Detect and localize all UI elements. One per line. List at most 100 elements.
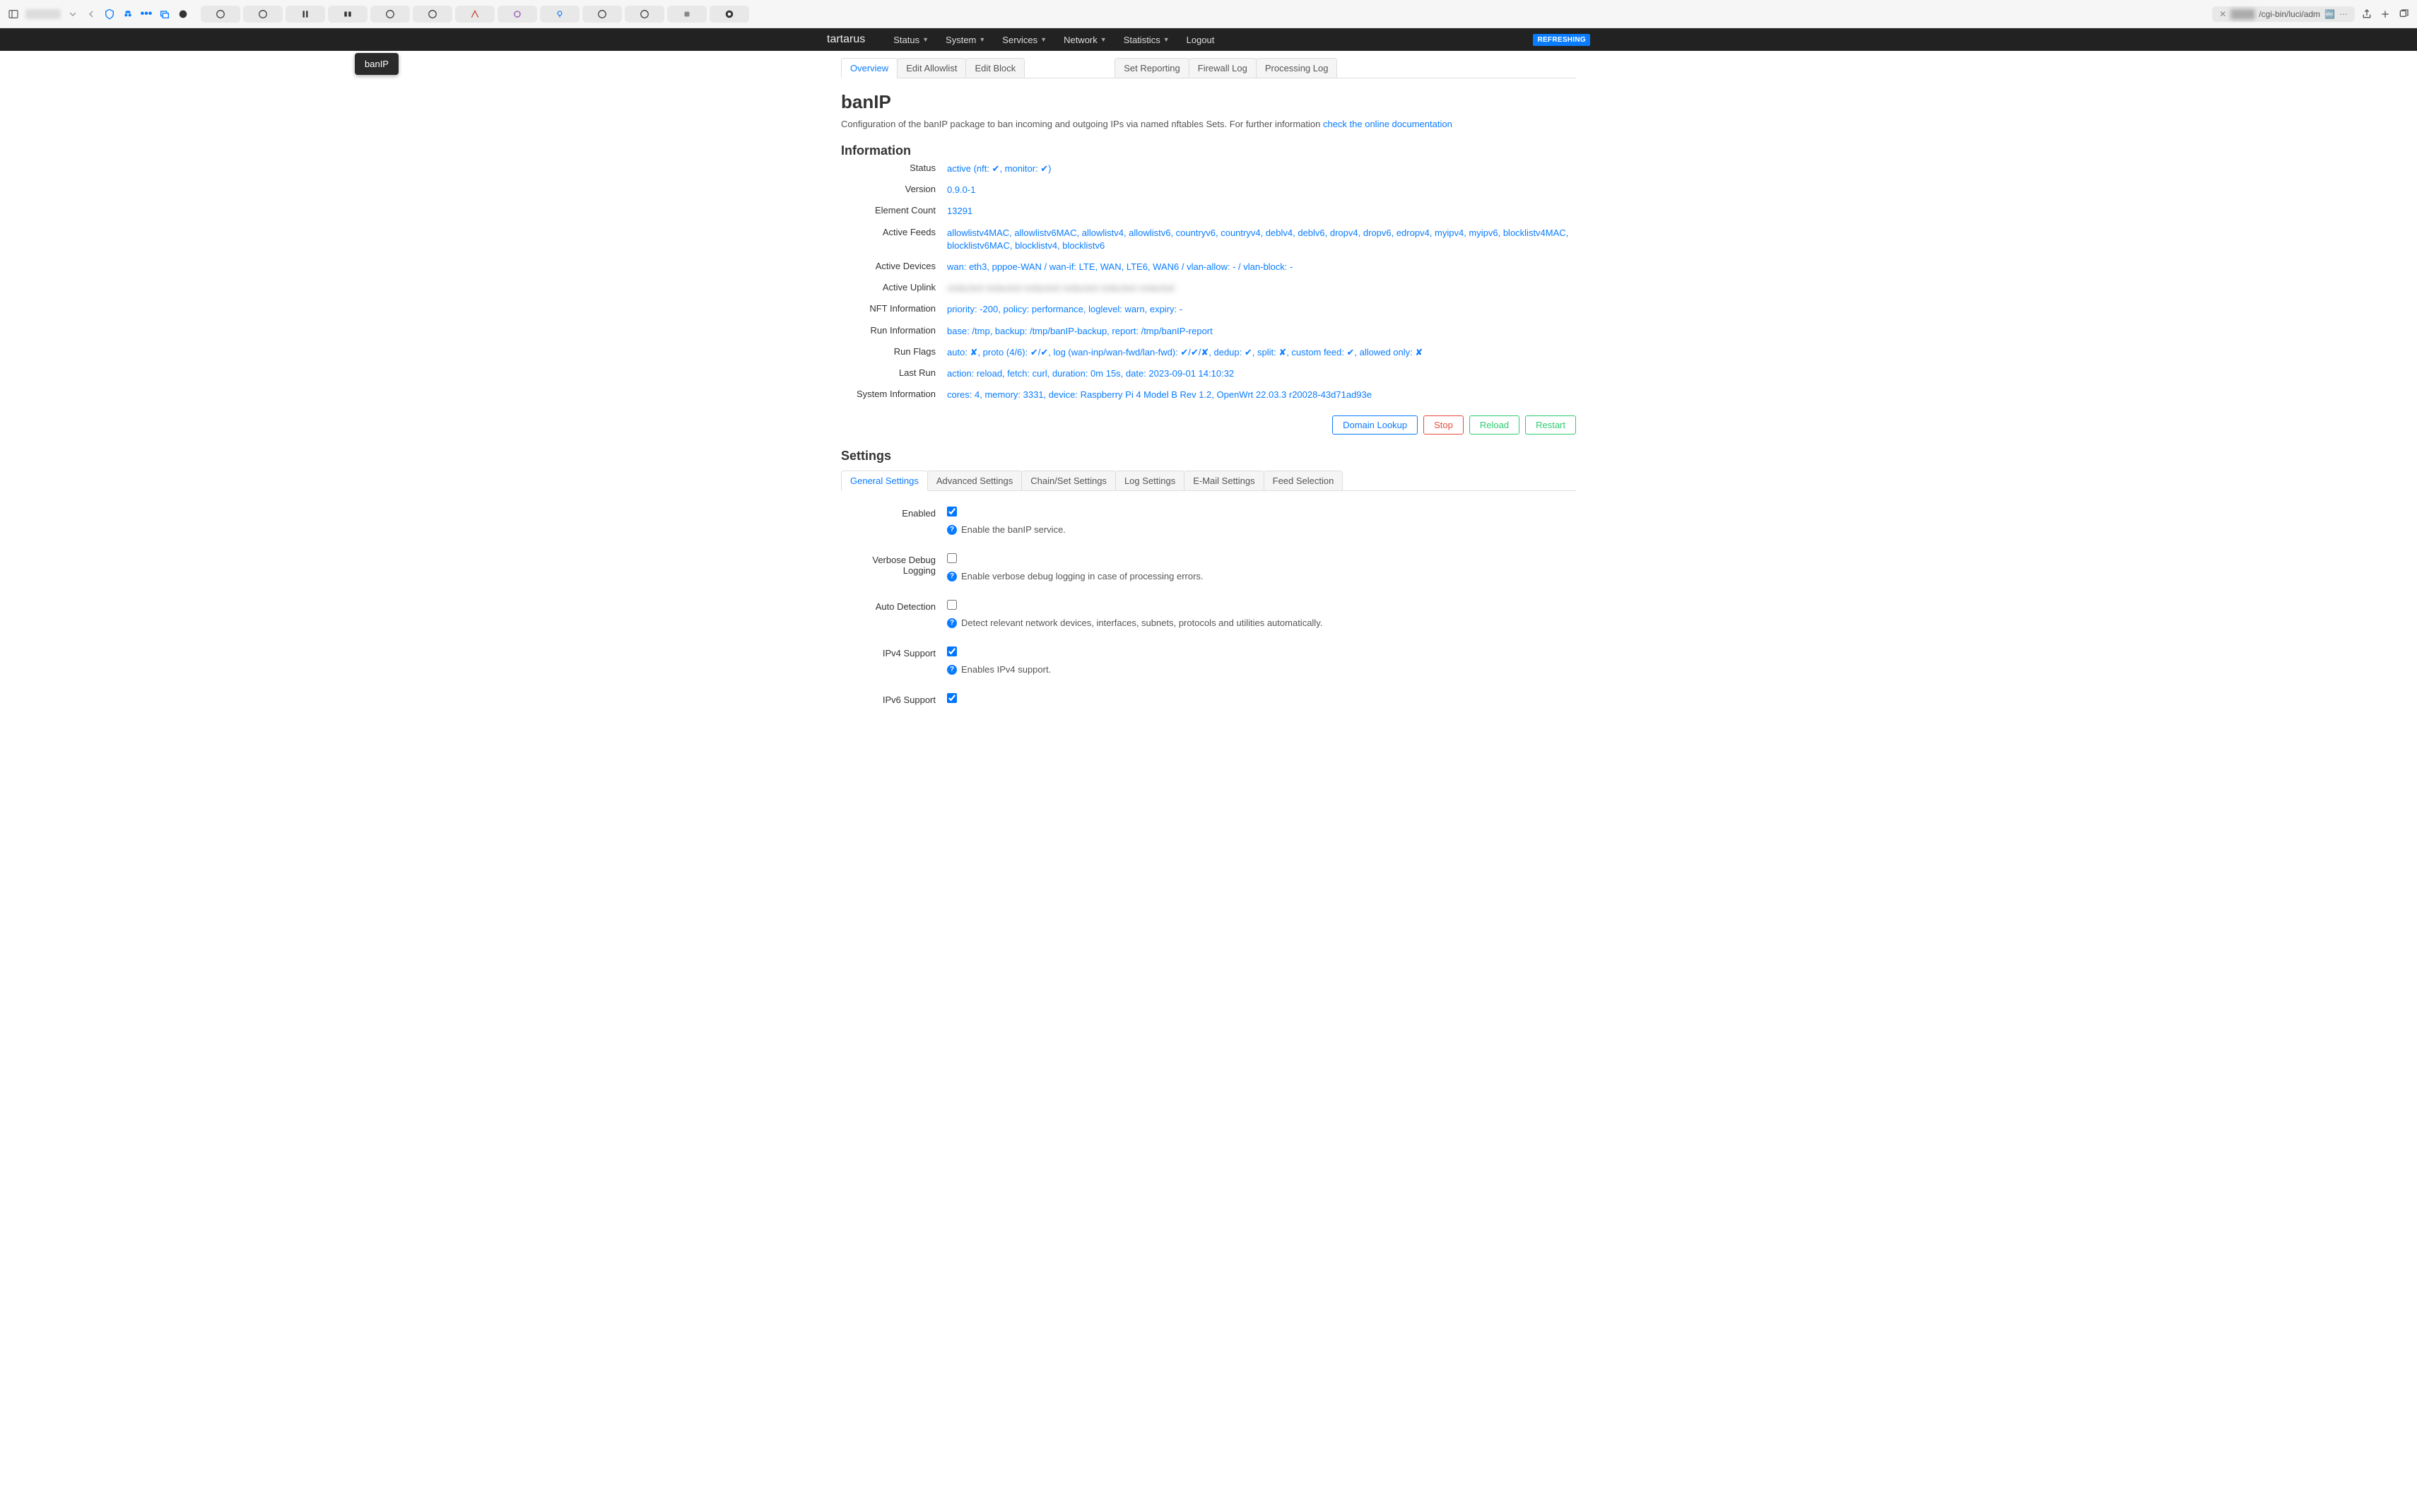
help-line: ? Enable verbose debug logging in case of… bbox=[947, 571, 1576, 581]
info-label: Run Information bbox=[841, 325, 947, 338]
info-value: active (nft: ✔, monitor: ✔) bbox=[947, 163, 1576, 175]
info-label: Status bbox=[841, 163, 947, 175]
form-label: IPv6 Support bbox=[841, 693, 947, 705]
info-row: Version0.9.0-1 bbox=[841, 179, 1576, 201]
form-field bbox=[947, 693, 1576, 705]
settings-tab-feed[interactable]: Feed Selection bbox=[1264, 471, 1343, 490]
help-text: Detect relevant network devices, interfa… bbox=[961, 618, 1322, 628]
nav-services[interactable]: Services▼ bbox=[995, 30, 1054, 49]
brand[interactable]: tartarus bbox=[827, 33, 865, 46]
nav-status[interactable]: Status▼ bbox=[886, 30, 936, 49]
information-heading: Information bbox=[841, 143, 1576, 158]
browser-tab[interactable] bbox=[498, 6, 537, 23]
info-label: NFT Information bbox=[841, 303, 947, 316]
services-dropdown-tip[interactable]: banIP bbox=[355, 53, 399, 75]
address-bar[interactable]: ✕ ████ /cgi-bin/luci/adm 🔤 ⋯ bbox=[2212, 6, 2355, 22]
back-icon[interactable] bbox=[85, 8, 98, 20]
refreshing-badge[interactable]: REFRESHING bbox=[1533, 34, 1590, 46]
nav-items: Status▼ System▼ Services▼ Network▼ Stati… bbox=[886, 30, 1533, 49]
doc-link[interactable]: check the online documentation bbox=[1323, 119, 1452, 129]
chevron-down-icon[interactable] bbox=[66, 8, 79, 20]
browser-tab[interactable] bbox=[667, 6, 707, 23]
tab-edit-block[interactable]: Edit Block bbox=[965, 58, 1025, 78]
nav-network[interactable]: Network▼ bbox=[1057, 30, 1114, 49]
checkbox-input[interactable] bbox=[947, 646, 957, 656]
nav-logout[interactable]: Logout bbox=[1180, 30, 1222, 49]
more-icon[interactable]: ⋯ bbox=[2339, 9, 2348, 19]
browser-tab[interactable] bbox=[328, 6, 367, 23]
settings-tabs: General Settings Advanced Settings Chain… bbox=[841, 471, 1576, 491]
browser-tab[interactable] bbox=[243, 6, 283, 23]
settings-tab-advanced[interactable]: Advanced Settings bbox=[927, 471, 1022, 490]
tab-set-reporting[interactable]: Set Reporting bbox=[1115, 58, 1189, 78]
page-description: Configuration of the banIP package to ba… bbox=[841, 119, 1576, 129]
nav-system[interactable]: System▼ bbox=[939, 30, 992, 49]
browser-tab[interactable] bbox=[286, 6, 325, 23]
info-value: priority: -200, policy: performance, log… bbox=[947, 303, 1576, 316]
browser-tab[interactable] bbox=[201, 6, 240, 23]
info-label: System Information bbox=[841, 389, 947, 401]
info-label: Active Uplink bbox=[841, 282, 947, 295]
page-title: banIP bbox=[841, 91, 1576, 113]
help-text: Enable verbose debug logging in case of … bbox=[961, 571, 1204, 581]
checkbox-input[interactable] bbox=[947, 507, 957, 516]
settings-tab-chain[interactable]: Chain/Set Settings bbox=[1021, 471, 1116, 490]
close-icon[interactable]: ✕ bbox=[2219, 9, 2226, 19]
info-value: base: /tmp, backup: /tmp/banIP-backup, r… bbox=[947, 325, 1576, 338]
help-icon: ? bbox=[947, 665, 957, 675]
tabs-icon[interactable] bbox=[2397, 8, 2410, 20]
translate-icon[interactable]: 🔤 bbox=[2324, 9, 2335, 19]
checkbox-input[interactable] bbox=[947, 553, 957, 563]
form-field: ?Enables IPv4 support. bbox=[947, 646, 1576, 675]
info-row: Statusactive (nft: ✔, monitor: ✔) bbox=[841, 158, 1576, 179]
form-row: IPv6 Support bbox=[841, 687, 1576, 718]
info-row: Run Informationbase: /tmp, backup: /tmp/… bbox=[841, 321, 1576, 342]
form-row: Verbose Debug Logging? Enable verbose deb… bbox=[841, 548, 1576, 594]
top-nav: tartarus Status▼ System▼ Services▼ Netwo… bbox=[0, 28, 2417, 51]
form-row: Auto Detection?Detect relevant network d… bbox=[841, 594, 1576, 641]
share-icon[interactable] bbox=[2360, 8, 2373, 20]
settings-tab-log[interactable]: Log Settings bbox=[1115, 471, 1184, 490]
restart-button[interactable]: Restart bbox=[1525, 415, 1576, 435]
blurred-host: ████ bbox=[2230, 9, 2254, 19]
form-label: Verbose Debug Logging bbox=[841, 553, 947, 576]
browser-tab[interactable] bbox=[413, 6, 452, 23]
nav-statistics[interactable]: Statistics▼ bbox=[1117, 30, 1177, 49]
tab-overview[interactable]: Overview bbox=[841, 58, 898, 78]
reload-button[interactable]: Reload bbox=[1469, 415, 1519, 435]
info-row: Active Uplinkredacted redacted redacted … bbox=[841, 278, 1576, 299]
settings-tab-general[interactable]: General Settings bbox=[841, 471, 928, 491]
browser-tab[interactable] bbox=[540, 6, 580, 23]
plus-icon[interactable] bbox=[2379, 8, 2392, 20]
info-label: Active Devices bbox=[841, 261, 947, 273]
info-value: cores: 4, memory: 3331, device: Raspberr… bbox=[947, 389, 1576, 401]
info-row: Run Flagsauto: ✘, proto (4/6): ✔/✔, log … bbox=[841, 342, 1576, 363]
settings-form: Enabled?Enable the banIP service.Verbose… bbox=[841, 501, 1576, 718]
info-label: Active Feeds bbox=[841, 227, 947, 252]
tab-processing-log[interactable]: Processing Log bbox=[1256, 58, 1338, 78]
more-icon[interactable]: ••• bbox=[140, 8, 153, 20]
stop-button[interactable]: Stop bbox=[1423, 415, 1464, 435]
info-row: Active Feedsallowlistv4MAC, allowlistv6M… bbox=[841, 223, 1576, 256]
form-row: IPv4 Support?Enables IPv4 support. bbox=[841, 641, 1576, 687]
settings-tab-email[interactable]: E-Mail Settings bbox=[1184, 471, 1264, 490]
form-field: ?Enable the banIP service. bbox=[947, 507, 1576, 535]
browser-tab[interactable] bbox=[625, 6, 664, 23]
sidebar-toggle-icon[interactable] bbox=[7, 8, 20, 20]
info-row: Active Deviceswan: eth3, pppoe-WAN / wan… bbox=[841, 256, 1576, 278]
dark-circle-icon[interactable] bbox=[177, 8, 189, 20]
checkbox-input[interactable] bbox=[947, 600, 957, 610]
tab-firewall-log[interactable]: Firewall Log bbox=[1189, 58, 1257, 78]
incognito-icon[interactable] bbox=[122, 8, 134, 20]
browser-tab[interactable] bbox=[710, 6, 749, 23]
browser-tab[interactable] bbox=[582, 6, 622, 23]
window-icon[interactable] bbox=[158, 8, 171, 20]
browser-tab[interactable] bbox=[455, 6, 495, 23]
info-row: NFT Informationpriority: -200, policy: p… bbox=[841, 299, 1576, 320]
checkbox-input[interactable] bbox=[947, 693, 957, 703]
browser-tab[interactable] bbox=[370, 6, 410, 23]
domain-lookup-button[interactable]: Domain Lookup bbox=[1332, 415, 1418, 435]
shield-icon[interactable] bbox=[103, 8, 116, 20]
help-icon: ? bbox=[947, 572, 957, 581]
tab-edit-allowlist[interactable]: Edit Allowlist bbox=[897, 58, 966, 78]
